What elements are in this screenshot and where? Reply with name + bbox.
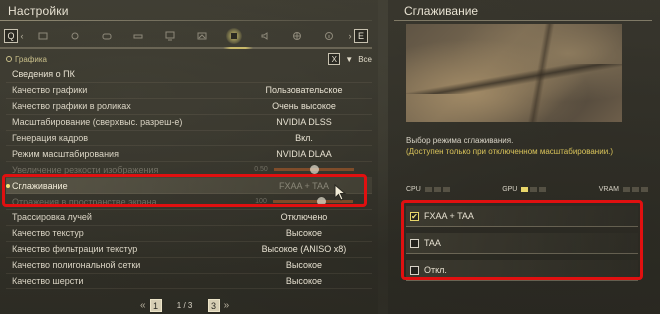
row-value: Высокое bbox=[285, 228, 323, 239]
settings-row-pc-info[interactable]: Сведения о ПК bbox=[6, 67, 372, 83]
settings-row-cutscene-quality[interactable]: Качество графики в роликах Очень высокое bbox=[6, 99, 372, 115]
row-label: Масштабирование (сверхвыс. разреш-е) bbox=[12, 117, 183, 128]
vram-meter: VRAM bbox=[599, 186, 648, 193]
camera-icon[interactable] bbox=[64, 28, 86, 44]
row-value: Вкл. bbox=[295, 133, 313, 143]
slider-track bbox=[273, 165, 354, 175]
filter-key[interactable]: X bbox=[328, 53, 341, 65]
info-icon[interactable] bbox=[318, 28, 340, 44]
tab-bar: Q ‹ › E bbox=[4, 26, 368, 46]
tab-underline bbox=[0, 47, 372, 49]
slider-thumb bbox=[309, 165, 319, 175]
row-label: Качество текстур bbox=[12, 228, 84, 239]
row-label: Качество шерсти bbox=[12, 276, 84, 287]
audio-icon[interactable] bbox=[254, 28, 276, 44]
settings-row-upscaling-mode[interactable]: Режим масштабирования NVIDIA DLAA bbox=[6, 146, 372, 163]
availability-note: (Доступен только при отключенном масштаб… bbox=[406, 147, 614, 156]
tabs-row bbox=[26, 28, 346, 44]
filter-label: Все bbox=[358, 54, 372, 64]
settings-row-graphics-quality[interactable]: Качество графики Пользовательское bbox=[6, 83, 372, 99]
meter-label: GPU bbox=[502, 186, 518, 193]
page-indicator: 1 / 3 bbox=[176, 301, 193, 310]
category-label: Графика bbox=[6, 55, 47, 64]
settings-row-texture-filtering[interactable]: Качество фильтрации текстур Высокое (ANI… bbox=[6, 242, 372, 258]
row-value: NVIDIA DLAA bbox=[276, 148, 332, 159]
preview-texture bbox=[406, 64, 622, 94]
detail-title: Сглаживание bbox=[404, 4, 479, 18]
row-label: Качество графики в роликах bbox=[12, 101, 131, 112]
row-label: Сведения о ПК bbox=[12, 69, 75, 80]
description-text: Выбор режима сглаживания. bbox=[406, 136, 514, 145]
title-divider bbox=[0, 20, 372, 21]
row-value: Высокое bbox=[285, 260, 323, 271]
settings-row-upscaling[interactable]: Масштабирование (сверхвыс. разреш-е) NVI… bbox=[6, 115, 372, 131]
row-label: Режим масштабирования bbox=[12, 148, 119, 159]
settings-row-mesh-quality[interactable]: Качество полигональной сетки Высокое bbox=[6, 258, 372, 274]
prev-page-key[interactable]: 1 bbox=[149, 299, 162, 312]
settings-row-frame-generation[interactable]: Генерация кадров Вкл. bbox=[6, 131, 372, 147]
row-value: Высокое (ANISO x8) bbox=[261, 244, 347, 255]
panel-title: Настройки bbox=[8, 4, 69, 18]
row-label: Генерация кадров bbox=[12, 133, 89, 143]
title-divider bbox=[394, 20, 652, 21]
load-meters: CPU GPU VRAM bbox=[406, 186, 648, 193]
next-page-key[interactable]: 3 bbox=[207, 299, 220, 312]
filter-row: Графика X ▼ Все bbox=[6, 52, 372, 66]
image-icon[interactable] bbox=[191, 28, 213, 44]
graphics-icon[interactable] bbox=[223, 28, 245, 44]
row-value: NVIDIA DLSS bbox=[276, 117, 332, 128]
row-label: Качество полигональной сетки bbox=[12, 260, 141, 271]
row-label: Трассировка лучей bbox=[12, 212, 92, 223]
settings-row-texture-quality[interactable]: Качество текстур Высокое bbox=[6, 226, 372, 242]
category-text: Графика bbox=[15, 54, 47, 64]
row-label: Качество фильтрации текстур bbox=[12, 244, 138, 255]
display-icon[interactable] bbox=[32, 28, 54, 44]
chevron-left-icon: « bbox=[140, 300, 146, 311]
chevron-right-icon: › bbox=[348, 31, 352, 41]
cpu-meter: CPU bbox=[406, 186, 450, 193]
preview-texture bbox=[526, 24, 556, 122]
gamepad-icon[interactable] bbox=[96, 28, 118, 44]
pager: « 1 1 / 3 3 » bbox=[140, 299, 229, 312]
row-value: Пользовательское bbox=[265, 85, 343, 96]
row-label: Качество графики bbox=[12, 85, 88, 96]
highlight-box-antialiasing-row bbox=[2, 174, 367, 207]
prev-tab-key[interactable]: Q bbox=[4, 29, 18, 43]
meter-label: VRAM bbox=[598, 186, 619, 193]
next-tab-key[interactable]: E bbox=[354, 29, 368, 43]
filter-icon: ▼ bbox=[345, 54, 354, 64]
row-value: Очень высокое bbox=[272, 101, 336, 112]
mouse-cursor-icon bbox=[334, 184, 347, 201]
meter-label: CPU bbox=[406, 186, 421, 193]
filter-control[interactable]: X ▼ Все bbox=[328, 53, 372, 65]
controller-icon[interactable] bbox=[127, 28, 149, 44]
row-value: Высокое bbox=[285, 276, 323, 287]
chevron-right-icon: » bbox=[223, 300, 230, 311]
settings-row-ray-tracing[interactable]: Трассировка лучей Отключено bbox=[6, 210, 372, 226]
category-icon bbox=[6, 56, 12, 62]
meter-bars bbox=[623, 187, 648, 192]
settings-row-fur-quality[interactable]: Качество шерсти Высокое bbox=[6, 274, 372, 290]
slider-value: 0.50 bbox=[254, 166, 268, 174]
preview-image bbox=[406, 24, 622, 122]
network-icon[interactable] bbox=[286, 28, 308, 44]
meter-bars bbox=[424, 187, 450, 192]
description: Выбор режима сглаживания. (Доступен толь… bbox=[406, 135, 656, 157]
sharpness-slider: 0.50 bbox=[236, 165, 372, 175]
monitor-icon[interactable] bbox=[159, 28, 181, 44]
highlight-box-options bbox=[401, 200, 643, 280]
settings-panel: Настройки Q ‹ › E Графика X ▼ Все Сведен… bbox=[0, 0, 378, 314]
chevron-left-icon: ‹ bbox=[20, 31, 24, 41]
gpu-meter: GPU bbox=[502, 186, 547, 193]
row-value: Отключено bbox=[280, 212, 328, 223]
meter-bars bbox=[521, 187, 547, 192]
